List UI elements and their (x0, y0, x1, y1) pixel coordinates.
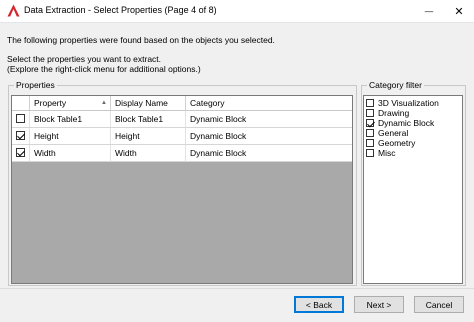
minimize-button[interactable]: — (414, 0, 444, 22)
cell-display-name[interactable]: Block Table1 (111, 111, 186, 127)
minimize-icon: — (424, 6, 434, 16)
category-filter-group: Category filter 3D Visualization Drawing… (361, 80, 466, 286)
description-line-2: Select the properties you want to extrac… (7, 54, 162, 64)
sort-ascending-icon: ▲ (101, 100, 107, 106)
filter-item-label: General (378, 128, 409, 138)
title-bar: Data Extraction - Select Properties (Pag… (0, 0, 474, 23)
filter-checkbox[interactable] (366, 149, 374, 157)
filter-item-label: Geometry (378, 138, 416, 148)
row-checkbox[interactable] (16, 131, 25, 140)
properties-group-label: Properties (14, 80, 57, 90)
category-filter-label: Category filter (367, 80, 424, 90)
properties-grid[interactable]: Property ▲ Display Name Category Block T… (11, 95, 353, 284)
description-line-1: The following properties were found base… (7, 35, 275, 45)
row-checkbox[interactable] (16, 148, 25, 157)
cell-category: Dynamic Block (190, 148, 247, 158)
checkbox-column-header[interactable] (12, 96, 30, 110)
filter-item-label: Dynamic Block (378, 118, 435, 128)
cancel-button[interactable]: Cancel (414, 296, 464, 313)
category-filter-list[interactable]: 3D Visualization Drawing Dynamic Block G… (363, 95, 463, 284)
filter-checkbox[interactable] (366, 99, 374, 107)
column-header-category[interactable]: Category (186, 96, 352, 110)
column-header-property-label: Property (34, 98, 67, 108)
autocad-logo-icon (7, 4, 20, 17)
table-row[interactable]: Block Table1 Block Table1 Dynamic Block (12, 111, 352, 128)
table-row[interactable]: Height Height Dynamic Block (12, 128, 352, 145)
grid-header: Property ▲ Display Name Category (12, 96, 352, 111)
footer-divider (0, 288, 474, 289)
close-button[interactable]: ✕ (444, 0, 474, 22)
filter-item-label: 3D Visualization (378, 98, 439, 108)
column-header-property[interactable]: Property ▲ (30, 96, 111, 110)
properties-group: Properties Property ▲ Display Name Categ… (8, 80, 357, 286)
cell-property: Width (30, 145, 111, 161)
next-button[interactable]: Next > (354, 296, 404, 313)
description-line-3: (Explore the right-click menu for additi… (7, 64, 201, 74)
filter-item-label: Drawing (378, 108, 410, 118)
cell-display-name[interactable]: Width (111, 145, 186, 161)
back-button[interactable]: < Back (294, 296, 344, 313)
cell-display-name[interactable]: Height (111, 128, 186, 144)
cell-category: Dynamic Block (190, 114, 247, 124)
close-icon: ✕ (454, 5, 464, 18)
filter-checkbox[interactable] (366, 109, 374, 117)
table-row[interactable]: Width Width Dynamic Block (12, 145, 352, 162)
filter-item-label: Misc (378, 148, 396, 158)
window-title: Data Extraction - Select Properties (Pag… (24, 5, 217, 15)
cell-property: Block Table1 (30, 111, 111, 127)
row-checkbox[interactable] (16, 114, 25, 123)
cell-property: Height (30, 128, 111, 144)
cell-category: Dynamic Block (190, 131, 247, 141)
filter-checkbox[interactable] (366, 119, 374, 127)
filter-checkbox[interactable] (366, 129, 374, 137)
column-header-display-name[interactable]: Display Name (111, 96, 186, 110)
filter-checkbox[interactable] (366, 139, 374, 147)
